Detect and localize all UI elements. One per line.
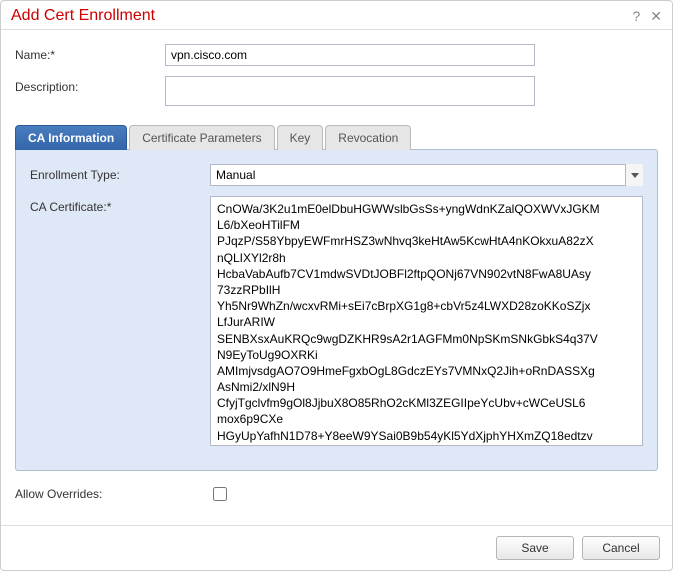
dialog-header: Add Cert Enrollment ? ✕ [1,1,672,30]
close-icon[interactable]: ✕ [650,8,662,25]
description-label: Description: [15,76,165,94]
allow-overrides-checkbox[interactable] [213,487,227,501]
row-allow-overrides: Allow Overrides: [15,483,658,501]
dialog-title: Add Cert Enrollment [11,7,155,25]
tab-ca-information[interactable]: CA Information [15,125,127,150]
name-label: Name:* [15,44,165,62]
row-enrollment-type: Enrollment Type: [30,164,643,186]
allow-overrides-label: Allow Overrides: [15,483,213,501]
tab-panel-ca-information: Enrollment Type: CA Certificate:* CnOWa/… [15,149,658,471]
tab-revocation[interactable]: Revocation [325,125,411,150]
row-name: Name:* [15,44,658,66]
cancel-button[interactable]: Cancel [582,536,660,560]
dialog-window-controls: ? ✕ [632,8,662,25]
name-input[interactable] [165,44,535,66]
help-icon[interactable]: ? [632,8,640,25]
tab-strip: CA Information Certificate Parameters Ke… [15,124,658,149]
tab-certificate-parameters[interactable]: Certificate Parameters [129,125,274,150]
ca-certificate-label: CA Certificate:* [30,196,210,214]
row-ca-certificate: CA Certificate:* CnOWa/3K2u1mE0elDbuHGWW… [30,196,643,446]
enrollment-type-label: Enrollment Type: [30,164,210,182]
row-description: Description: [15,76,658,106]
tab-key[interactable]: Key [277,125,324,150]
description-input[interactable] [165,76,535,106]
ca-certificate-input[interactable]: CnOWa/3K2u1mE0elDbuHGWWslbGsSs+yngWdnKZa… [210,196,643,446]
button-bar: Save Cancel [1,525,672,570]
enrollment-type-value[interactable] [210,164,643,186]
enrollment-type-select[interactable] [210,164,643,186]
form-body: Name:* Description: CA Information Certi… [1,30,672,525]
save-button[interactable]: Save [496,536,574,560]
